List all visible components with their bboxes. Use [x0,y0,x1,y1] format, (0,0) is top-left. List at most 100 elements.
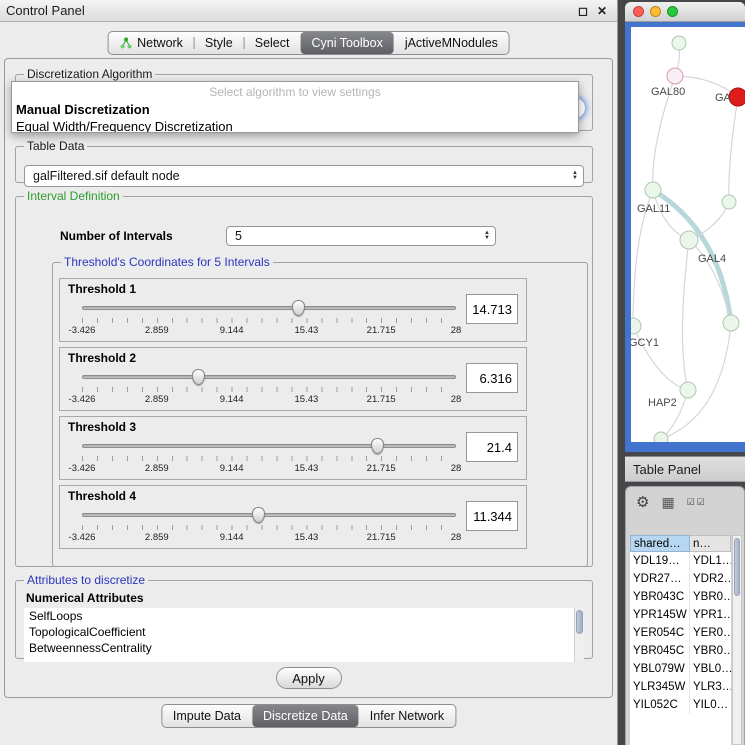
network-node[interactable] [680,382,696,398]
threshold-1-slider[interactable]: -3.4262.8599.14415.4321.71528 [82,299,456,341]
tab-style[interactable]: Style [194,32,244,54]
minimize-button[interactable] [650,6,661,17]
table-cell[interactable]: YBR043C [630,588,690,606]
table-row[interactable]: YDL19…YDL1… [630,552,731,570]
menu-item-manual-discretization[interactable]: Manual Discretization [12,101,578,118]
slider-thumb[interactable] [371,438,384,454]
slider-ticks [82,525,456,530]
table-cell[interactable]: YBL079W [630,660,690,678]
select-columns-icon[interactable]: ☑☑ [687,497,707,508]
network-node[interactable] [723,315,739,331]
table-cell[interactable]: YBR0… [690,642,731,660]
network-node[interactable] [654,432,668,442]
tab-jactivemnodules[interactable]: jActiveMNodules [394,32,509,54]
table-cell[interactable]: YER0… [690,624,731,642]
table-row[interactable]: YBR043CYBR0… [630,588,731,606]
application: Control Panel ◻ ✕ Network Style Select C… [0,0,745,745]
threshold-3-slider[interactable]: -3.4262.8599.14415.4321.71528 [82,437,456,479]
table-data-combo[interactable]: galFiltered.sif default node ▲ ▼ [24,165,584,187]
slider-thumb[interactable] [252,507,265,523]
threshold-4-value-field[interactable]: 11.344 [466,501,518,531]
menu-item-equal-width-frequency[interactable]: Equal Width/Frequency Discretization [12,118,578,133]
table-row[interactable]: YPR145WYPR1… [630,606,731,624]
table-scrollbar[interactable] [732,535,742,745]
table-row[interactable]: YIL052CYIL0… [630,696,731,714]
table-cell[interactable]: YDL19… [630,552,690,570]
column-header-name[interactable]: n… [690,535,731,552]
spinner-down-icon[interactable]: ▼ [484,236,490,241]
threshold-3-value-field[interactable]: 21.4 [466,432,518,462]
tab-label: Cyni Toolbox [311,36,382,50]
node-label: GAL4 [698,253,726,265]
tab-cyni-toolbox[interactable]: Cyni Toolbox [300,32,393,54]
table-cell[interactable]: YIL052C [630,696,690,714]
table-cell[interactable]: YBL0… [690,660,731,678]
table-cell[interactable]: YLR3… [690,678,731,696]
threshold-2-value-field[interactable]: 6.316 [466,363,518,393]
threshold-2-slider[interactable]: -3.4262.8599.14415.4321.71528 [82,368,456,410]
node-label: GA [715,92,732,104]
columns-icon[interactable]: ▦ [661,494,674,511]
node-label: GAL11 [637,203,670,215]
network-node[interactable] [631,318,641,334]
table-row[interactable]: YLR345WYLR3… [630,678,731,696]
slider-track[interactable] [82,306,456,310]
slider-thumb[interactable] [192,369,205,385]
close-icon[interactable]: ✕ [597,5,607,17]
numerical-attributes-list[interactable]: SelfLoopsTopologicalCoefficientBetweenne… [24,608,584,662]
table-cell[interactable]: YIL0… [690,696,731,714]
network-node[interactable] [667,68,683,84]
table-cell[interactable]: YDR27… [630,570,690,588]
tab-discretize-data[interactable]: Discretize Data [252,705,359,727]
threshold-1-value-field[interactable]: 14.713 [466,294,518,324]
network-node[interactable] [680,231,698,249]
menu-placeholder: Select algorithm to view settings [12,82,578,101]
network-canvas[interactable]: GAL80GAGAL11GAL4GCY1HAP2 [631,27,745,442]
column-header-shared-name[interactable]: shared… [630,535,690,552]
tab-impute-data[interactable]: Impute Data [162,705,252,727]
apply-button[interactable]: Apply [276,667,342,689]
table-row[interactable]: YBR045CYBR0… [630,642,731,660]
table-row[interactable]: YBL079WYBL0… [630,660,731,678]
slider-thumb[interactable] [292,300,305,316]
slider-track[interactable] [82,444,456,448]
tab-network[interactable]: Network [108,32,194,54]
attribute-item[interactable]: BetweennessCentrality [24,640,572,656]
combo-spinner-icon[interactable]: ▲ ▼ [484,231,490,241]
slider-track[interactable] [82,375,456,379]
zoom-button[interactable] [667,6,678,17]
number-of-intervals-combo[interactable]: 5 ▲ ▼ [226,226,496,246]
network-node[interactable] [672,36,686,50]
slider-scale-label: -3.426 [69,463,96,474]
network-node[interactable] [729,88,745,106]
table-cell[interactable]: YDL1… [690,552,731,570]
spinner-down-icon[interactable]: ▼ [572,176,578,181]
table-cell[interactable]: YPR1… [690,606,731,624]
attribute-item[interactable]: SelfLoops [24,608,572,624]
network-edge [729,97,738,202]
table-cell[interactable]: YDR2… [690,570,731,588]
table-row[interactable]: YDR27…YDR2… [630,570,731,588]
settings-icon[interactable]: ⚙ [636,493,649,511]
table-cell[interactable]: YLR345W [630,678,690,696]
list-scrollbar[interactable] [574,608,584,662]
table-cell[interactable]: YBR0… [690,588,731,606]
network-node[interactable] [645,182,661,198]
close-button[interactable] [633,6,644,17]
table-cell[interactable]: YPR145W [630,606,690,624]
threshold-4-slider[interactable]: -3.4262.8599.14415.4321.71528 [82,506,456,548]
table-cell[interactable]: YER054C [630,624,690,642]
network-node[interactable] [722,195,736,209]
scrollbar-thumb[interactable] [734,538,740,596]
slider-track[interactable] [82,513,456,517]
table-row[interactable]: YER054CYER0… [630,624,731,642]
tab-infer-network[interactable]: Infer Network [359,705,455,727]
table-cell[interactable]: YBR045C [630,642,690,660]
attribute-item[interactable]: TopologicalCoefficient [24,624,572,640]
number-of-intervals-value: 5 [235,229,242,243]
node-label: GCY1 [631,337,659,349]
float-window-icon[interactable]: ◻ [578,5,588,17]
combo-spinner-icon[interactable]: ▲ ▼ [572,171,578,181]
tab-select[interactable]: Select [244,32,301,54]
scrollbar-thumb[interactable] [576,610,583,634]
